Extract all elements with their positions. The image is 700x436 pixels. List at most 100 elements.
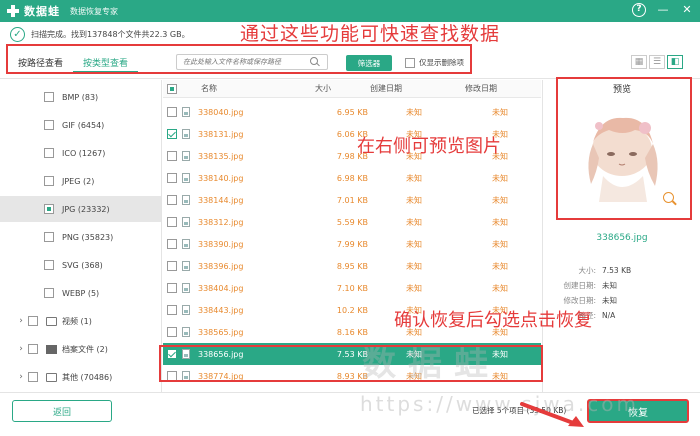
preview-title: 预览 — [612, 85, 631, 95]
image-file-icon — [182, 283, 190, 293]
row-checkbox[interactable] — [167, 371, 177, 381]
help-icon[interactable]: ? — [632, 3, 646, 17]
tree-item-checkbox[interactable] — [28, 344, 38, 354]
status-text: 扫描完成。找到137848个文件共22.3 GB。 — [31, 29, 190, 39]
tree-item-checkbox[interactable] — [44, 176, 54, 186]
table-row[interactable]: 338144.jpg 7.01 KB 未知 未知 — [163, 189, 541, 211]
tree-item-label: SVG (368) — [62, 260, 103, 270]
row-checkbox[interactable] — [167, 349, 177, 359]
row-checkbox[interactable] — [167, 173, 177, 183]
tree-item-checkbox[interactable] — [28, 372, 38, 382]
tree-item-checkbox[interactable] — [28, 316, 38, 326]
tree-item-label: GIF (6454) — [62, 120, 105, 130]
row-checkbox[interactable] — [167, 283, 177, 293]
image-file-icon — [182, 239, 190, 249]
tree-item-checkbox[interactable] — [44, 120, 54, 130]
list-view-icon[interactable]: ☰ — [649, 55, 665, 69]
cell-size: 7.99 KB — [336, 239, 368, 249]
deleted-only-toggle[interactable]: 仅显示删除项 — [405, 57, 464, 68]
tree-item[interactable]: › 视频 (1) — [0, 308, 161, 334]
table-row[interactable]: 338040.jpg 6.95 KB 未知 未知 — [163, 101, 541, 123]
cell-name: 338656.jpg — [198, 349, 244, 359]
table-row[interactable]: 338140.jpg 6.98 KB 未知 未知 — [163, 167, 541, 189]
tree-item[interactable]: JPEG (2) — [0, 168, 161, 194]
table-header: 名称 大小 创建日期 修改日期 — [163, 80, 541, 98]
cell-name: 338565.jpg — [198, 327, 244, 337]
tree-item[interactable]: BMP (83) — [0, 84, 161, 110]
row-checkbox[interactable] — [167, 151, 177, 161]
tree-item[interactable]: JPG (23332) — [0, 196, 161, 222]
header-size[interactable]: 大小 — [271, 83, 331, 94]
row-checkbox[interactable] — [167, 195, 177, 205]
tree-item-checkbox[interactable] — [44, 204, 54, 214]
tab-by-path[interactable]: 按路径查看 — [8, 54, 73, 73]
row-checkbox[interactable] — [167, 261, 177, 271]
search-icon[interactable] — [309, 56, 321, 68]
tree-item[interactable]: › 其他 (70486) — [0, 364, 161, 390]
tree-item-checkbox[interactable] — [44, 92, 54, 102]
tab-by-type[interactable]: 按类型查看 — [73, 54, 139, 73]
cell-modified: 未知 — [492, 261, 508, 271]
tree-item-checkbox[interactable] — [44, 148, 54, 158]
row-checkbox[interactable] — [167, 305, 177, 315]
minimize-icon[interactable]: — — [656, 3, 670, 17]
header-created[interactable]: 创建日期 — [331, 83, 441, 94]
zoom-icon[interactable] — [663, 192, 677, 206]
app-logo: 数据蛙 数据恢复专家 — [6, 3, 118, 19]
tree-item[interactable]: › 档案文件 (2) — [0, 336, 161, 362]
tree-item-label: 其他 (70486) — [62, 372, 113, 382]
cell-name: 338140.jpg — [198, 173, 244, 183]
cell-size: 7.10 KB — [336, 283, 368, 293]
tree-item-label: 档案文件 (2) — [62, 344, 108, 354]
preview-created: 创建日期: 未知 — [563, 281, 617, 290]
row-checkbox[interactable] — [167, 107, 177, 117]
cell-size: 6.95 KB — [336, 107, 368, 117]
image-file-icon — [182, 261, 190, 271]
tree-item-checkbox[interactable] — [44, 232, 54, 242]
tree-item-checkbox[interactable] — [44, 288, 54, 298]
image-file-icon — [182, 173, 190, 183]
image-file-icon — [182, 151, 190, 161]
cell-name: 338131.jpg — [198, 129, 244, 139]
image-file-icon — [182, 129, 190, 139]
preview-modified: 修改日期: 未知 — [563, 296, 617, 305]
tree-item-checkbox[interactable] — [44, 260, 54, 270]
search-input[interactable] — [177, 58, 309, 66]
tree-item[interactable]: ICO (1267) — [0, 140, 161, 166]
tree-item[interactable]: WEBP (5) — [0, 280, 161, 306]
table-row[interactable]: 338396.jpg 8.95 KB 未知 未知 — [163, 255, 541, 277]
tree-item-label: JPEG (2) — [62, 176, 95, 186]
annotation-top: 通过这些功能可快速查找数据 — [240, 23, 501, 45]
expand-caret-icon[interactable]: › — [14, 344, 28, 354]
preview-view-icon[interactable]: ◧ — [667, 55, 683, 69]
header-modified[interactable]: 修改日期 — [441, 83, 521, 94]
filter-button[interactable]: 筛选器 — [346, 55, 392, 71]
folder-icon — [46, 316, 57, 326]
deleted-only-checkbox[interactable] — [405, 57, 415, 68]
select-all-checkbox[interactable] — [167, 83, 177, 94]
back-button[interactable]: 返回 — [12, 400, 112, 422]
grid-view-icon[interactable]: ▦ — [631, 55, 647, 69]
cell-name: 338040.jpg — [198, 107, 244, 117]
table-row[interactable]: 338312.jpg 5.59 KB 未知 未知 — [163, 211, 541, 233]
table-row[interactable]: 338390.jpg 7.99 KB 未知 未知 — [163, 233, 541, 255]
tree-item[interactable]: PNG (35823) — [0, 224, 161, 250]
view-tabs: 按路径查看 按类型查看 — [8, 54, 139, 73]
row-checkbox[interactable] — [167, 239, 177, 249]
watermark: 数据蛙 — [362, 344, 500, 384]
tree-item[interactable]: SVG (368) — [0, 252, 161, 278]
close-icon[interactable]: ✕ — [680, 3, 694, 17]
row-checkbox[interactable] — [167, 217, 177, 227]
watermark-url: https://www.sjwa.com — [360, 392, 639, 416]
table-row[interactable]: 338404.jpg 7.10 KB 未知 未知 — [163, 277, 541, 299]
expand-caret-icon[interactable]: › — [14, 316, 28, 326]
expand-caret-icon[interactable]: › — [14, 372, 28, 382]
row-checkbox[interactable] — [167, 129, 177, 139]
tree-item[interactable]: GIF (6454) — [0, 112, 161, 138]
row-checkbox[interactable] — [167, 327, 177, 337]
archive-icon — [46, 344, 57, 354]
cell-created: 未知 — [406, 283, 422, 293]
header-name[interactable]: 名称 — [201, 83, 271, 94]
preview-size: 大小: 7.53 KB — [578, 266, 632, 275]
cell-name: 338144.jpg — [198, 195, 244, 205]
